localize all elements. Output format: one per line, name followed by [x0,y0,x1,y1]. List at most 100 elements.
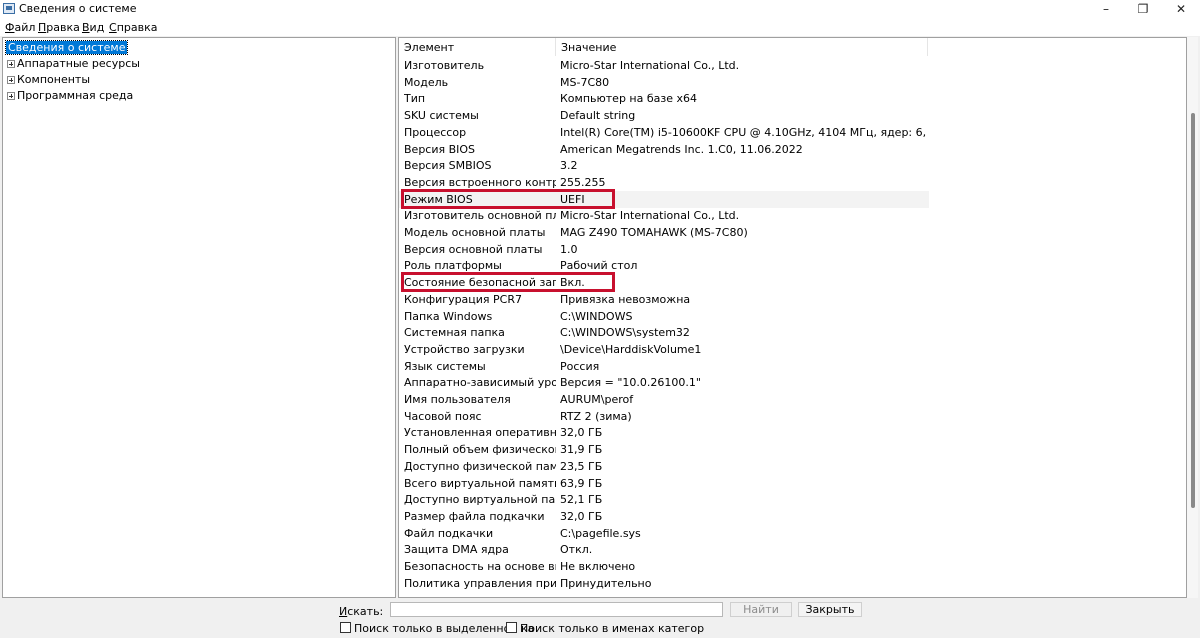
row-item-name: Состояние безопасной загруз... [404,276,556,290]
table-row[interactable]: Версия основной платы 1.0 [399,241,929,258]
table-row[interactable]: Установленная оперативная п... 32,0 ГБ [399,424,929,441]
row-item-name: Полный объем физической п... [404,443,556,457]
table-row[interactable]: Процессор Intel(R) Core(TM) i5-10600KF CP… [399,124,929,141]
tree-item-system-summary[interactable]: Сведения о системе [4,40,129,55]
table-row[interactable]: Доступно физической памяти 23,5 ГБ [399,458,929,475]
table-row[interactable]: Роль платформы Рабочий стол [399,257,929,274]
table-row[interactable]: Политика управления прило... Принудительн… [399,575,929,592]
row-item-name: Папка Windows [404,309,493,323]
row-item-name: Часовой пояс [404,409,482,423]
table-row[interactable]: Часовой пояс RTZ 2 (зима) [399,408,929,425]
column-header-item[interactable]: Элемент [399,38,556,56]
close-button[interactable]: ✕ [1162,0,1200,18]
row-item-value: 32,0 ГБ [560,426,603,440]
row-item-value: AURUM\perof [560,393,634,406]
table-row[interactable]: Папка Windows C:\WINDOWS [399,308,929,325]
row-item-value: C:\WINDOWS\system32 [560,326,690,340]
table-row[interactable]: Файл подкачки C:\pagefile.sys [399,525,929,542]
row-item-name: Безопасность на основе вирту... [404,560,556,573]
table-row[interactable]: Версия SMBIOS 3.2 [399,157,929,174]
row-item-name: Системная папка [404,326,505,340]
row-item-value: Micro-Star International Co., Ltd. [560,59,740,72]
table-row[interactable]: Полный объем физической п... 31,9 ГБ [399,441,929,458]
expand-plus-icon[interactable] [7,76,15,84]
minimize-button[interactable]: – [1087,0,1125,18]
row-item-value: Micro-Star International Co., Ltd. [560,209,740,223]
row-item-value: Default string [560,109,636,123]
row-item-value: 31,9 ГБ [560,443,603,457]
tree-item-hardware-resources[interactable]: Аппаратные ресурсы [7,56,140,71]
menu-view[interactable]: Вид [82,21,104,34]
menu-file[interactable]: Файл [5,21,35,34]
expand-plus-icon[interactable] [7,60,15,68]
menu-edit[interactable]: Правка [38,21,80,34]
category-tree[interactable]: Сведения о системе Аппаратные ресурсы Ко… [2,37,396,598]
row-item-name: Версия BIOS [404,142,476,156]
row-item-name: Версия SMBIOS [404,159,492,173]
row-item-value: Версия = "10.0.26100.1" [560,376,701,390]
row-item-value: Откл. [560,543,593,557]
row-item-name: Режим BIOS [404,192,473,206]
search-input[interactable] [390,602,723,617]
column-header-value[interactable]: Значение [556,38,928,56]
row-item-value: 32,0 ГБ [560,509,603,523]
table-row[interactable]: Безопасность на основе вирту... Не включе… [399,558,929,575]
table-row[interactable]: Модель MS-7C80 [399,74,929,91]
table-row[interactable]: Доступно виртуальной памяти 52,1 ГБ [399,491,929,508]
row-item-value: C:\pagefile.sys [560,526,641,540]
table-row[interactable]: Состояние безопасной загруз... Вкл. [399,274,929,291]
row-item-value: Россия [560,359,600,373]
row-item-name: Устройство загрузки [404,342,525,356]
table-row[interactable]: Модель основной платы MAG Z490 TOMAHAWK (… [399,224,929,241]
row-item-value: UEFI [560,192,585,206]
table-row[interactable]: Устройство загрузки \Device\HarddiskVolum… [399,341,929,358]
row-item-name: Имя пользователя [404,393,511,406]
table-row[interactable]: Всего виртуальной памяти 63,9 ГБ [399,475,929,492]
tree-item-components[interactable]: Компоненты [7,72,90,87]
row-item-name: Конфигурация PCR7 [404,292,523,306]
table-row[interactable]: SKU системы Default string [399,107,929,124]
table-row[interactable]: Версия BIOS American Megatrends Inc. 1.C0… [399,141,929,158]
row-item-name: Язык системы [404,359,486,373]
close-search-button[interactable]: Закрыть [798,602,862,617]
row-item-name: Тип [404,92,426,106]
table-row[interactable]: Конфигурация PCR7 Привязка невозможна [399,291,929,308]
details-list[interactable]: Элемент Значение Изготовитель Micro-Star … [398,37,1187,598]
system-info-app-icon [3,3,15,14]
table-row[interactable]: Системная папка C:\WINDOWS\system32 [399,324,929,341]
search-label: Искать: [339,605,384,618]
table-row[interactable]: Режим BIOS UEFI [399,190,929,208]
search-category-names-option[interactable]: Поиск только в именах категор [506,622,704,635]
row-item-name: SKU системы [404,109,479,123]
row-item-value: RTZ 2 (зима) [560,409,632,423]
row-item-value: Intel(R) Core(TM) i5-10600KF CPU @ 4.10G… [560,125,928,139]
table-row[interactable]: Изготовитель основной платы Micro-Star In… [399,207,929,224]
checkbox-category-names[interactable] [506,622,517,633]
scrollbar-thumb[interactable] [1191,113,1195,508]
row-item-name: Версия основной платы [404,242,543,256]
table-row[interactable]: Язык системы Россия [399,358,929,375]
row-item-value: MAG Z490 TOMAHAWK (MS-7C80) [560,226,748,239]
table-row[interactable]: Аппаратно-зависимый урове... Версия = "10… [399,374,929,391]
find-button[interactable]: Найти [730,602,792,617]
checkbox-selected-category[interactable] [340,622,351,633]
tree-item-software-environment[interactable]: Программная среда [7,88,133,103]
expand-plus-icon[interactable] [7,92,15,100]
column-header-empty [928,38,1186,56]
row-item-value: Привязка невозможна [560,292,691,306]
table-row[interactable]: Тип Компьютер на базе x64 [399,90,929,107]
table-row[interactable]: Размер файла подкачки 32,0 ГБ [399,508,929,525]
row-item-value: Вкл. [560,276,585,290]
row-item-value: \Device\HarddiskVolume1 [560,342,702,356]
table-row[interactable]: Версия встроенного контролл... 255.255 [399,174,929,191]
row-item-value: Компьютер на базе x64 [560,92,698,106]
restore-button[interactable]: ❐ [1124,0,1162,18]
row-item-name: Изготовитель [404,59,485,72]
table-row[interactable]: Защита DMA ядра Откл. [399,541,929,558]
table-row[interactable]: Изготовитель Micro-Star International Co.… [399,57,929,74]
vertical-scrollbar[interactable] [1187,37,1198,598]
menu-help[interactable]: Справка [109,21,157,34]
row-item-value: 63,9 ГБ [560,476,603,490]
title-bar: Сведения о системе – ❐ ✕ [0,0,1200,18]
table-row[interactable]: Имя пользователя AURUM\perof [399,391,929,408]
